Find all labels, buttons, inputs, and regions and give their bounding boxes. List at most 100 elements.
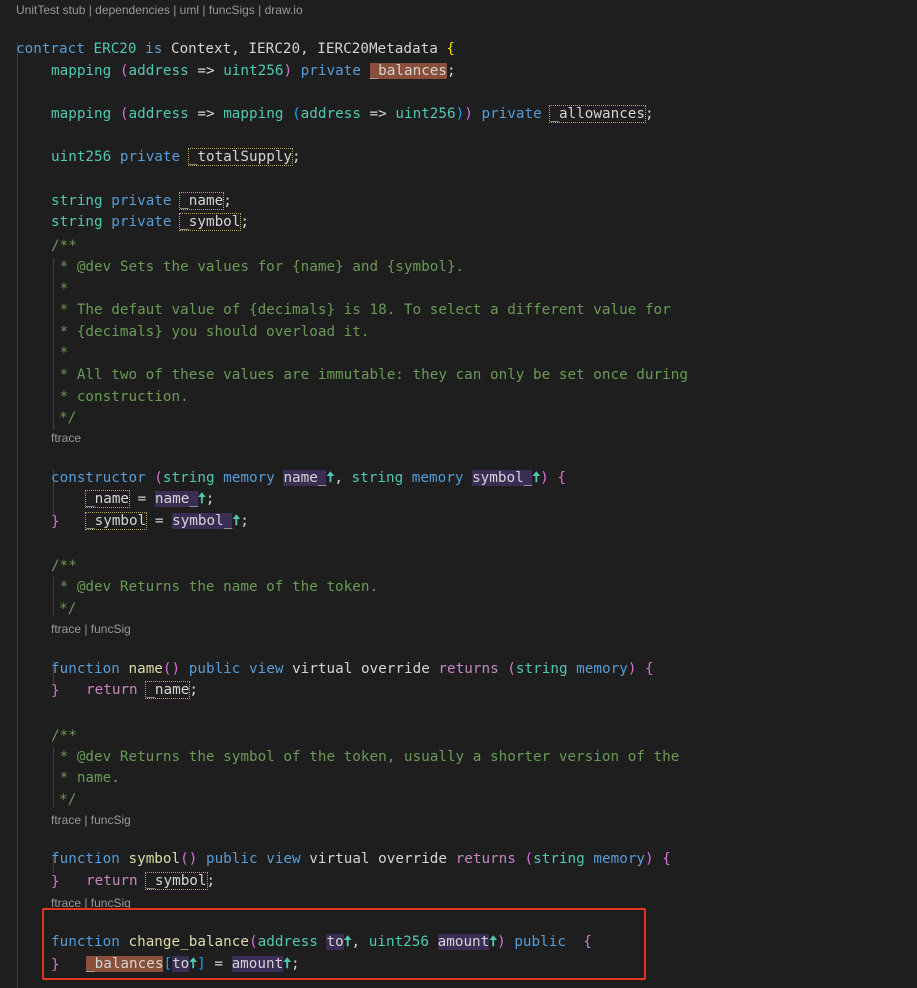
type: mapping [223, 106, 284, 122]
comment-line: * name. [51, 770, 120, 786]
keyword: returns [438, 661, 499, 677]
variable-symbol[interactable]: _symbol [179, 213, 242, 231]
type: address [128, 63, 189, 79]
type: uint256 [368, 934, 430, 950]
keyword: view [249, 661, 284, 677]
keyword: memory [593, 851, 646, 867]
up-arrow-icon: 🠅 [283, 956, 292, 972]
paren: ( [292, 106, 301, 122]
bracket: [ [163, 956, 173, 972]
code-line-symbol: string private _symbol; [51, 192, 249, 232]
semicolon: ; [240, 214, 250, 230]
variable-symbol[interactable]: _symbol [145, 872, 208, 890]
variable-balances[interactable]: _balances [86, 956, 164, 972]
code-line-return-name: return _name; [86, 681, 198, 699]
brace: { [557, 470, 566, 486]
param-symbol[interactable]: symbol_ [472, 470, 533, 486]
keyword: return [86, 873, 138, 889]
comment-line: * @dev Sets the values for {name} and {s… [51, 259, 465, 275]
keyword: return [86, 682, 138, 698]
variable-balances[interactable]: _balances [369, 63, 448, 79]
paren: ) [627, 661, 637, 677]
type: address [300, 106, 361, 122]
up-arrow-icon: 🠅 [343, 934, 352, 950]
up-arrow-icon: 🠅 [532, 470, 541, 486]
codelens-constructor[interactable]: ftrace [51, 431, 81, 445]
param-name[interactable]: name_ [283, 470, 327, 486]
comment-line: * construction. [51, 389, 189, 405]
keyword: memory [223, 470, 275, 486]
param-to[interactable]: to [326, 934, 344, 950]
keyword: private [111, 214, 172, 230]
keyword: memory [576, 661, 628, 677]
closing-brace: } [51, 957, 60, 973]
keyword: override [378, 851, 448, 867]
paren: ) [540, 470, 549, 486]
type: string [51, 214, 103, 230]
param-amount[interactable]: amount [437, 934, 490, 950]
type: string [515, 661, 568, 677]
comment-line: /** [51, 238, 77, 254]
comment-line: */ [59, 410, 77, 426]
type: mapping [51, 106, 112, 122]
keyword: returns [455, 851, 516, 867]
code-line-total-supply: uint256 private _totalSupply; [51, 127, 301, 167]
keyword: override [360, 661, 430, 677]
comment-line: /** [51, 728, 77, 744]
variable-symbol[interactable]: _symbol [84, 512, 148, 530]
keyword: private [119, 149, 181, 165]
paren: ) [645, 851, 654, 867]
comment-line: * {decimals} you should overload it. [51, 324, 370, 340]
comment-line: * All two of these values are immutable:… [51, 367, 688, 383]
semicolon: ; [645, 106, 654, 122]
up-arrow-icon: 🠅 [232, 513, 241, 529]
up-arrow-icon: 🠅 [189, 956, 198, 972]
arrow: => [369, 106, 387, 122]
type: string [533, 851, 585, 867]
closing-brace: } [51, 683, 60, 699]
closing-brace: } [51, 874, 60, 890]
variable-name[interactable]: _name [145, 681, 191, 699]
keyword: memory [411, 470, 464, 486]
param-to[interactable]: to [172, 956, 190, 972]
codelens-symbol-fn[interactable]: ftrace | funcSig [51, 813, 131, 827]
brace: { [662, 851, 671, 867]
comment-line: */ [59, 792, 77, 808]
paren: ) [464, 106, 473, 122]
semicolon: ; [292, 149, 301, 165]
type: string [351, 470, 404, 486]
paren: ) [283, 63, 293, 79]
comment-line: * @dev Returns the name of the token. [51, 579, 379, 595]
keyword: private [300, 63, 361, 79]
keyword: private [481, 106, 542, 122]
keyword: view [266, 851, 301, 867]
arrow: => [197, 63, 215, 79]
bracket: ] [197, 956, 206, 972]
keyword: public [514, 934, 566, 950]
codelens-top[interactable]: UnitTest stub | dependencies | uml | fun… [16, 3, 303, 17]
type: mapping [51, 63, 112, 79]
comment-line: /** [51, 558, 77, 574]
brace: { [583, 934, 592, 950]
arrow: => [197, 106, 215, 122]
comment-line: * @dev Returns the symbol of the token, … [51, 749, 680, 765]
variable-allowances[interactable]: _allowances [549, 105, 647, 123]
up-arrow-icon: 🠅 [489, 934, 498, 950]
param-amount[interactable]: amount [231, 956, 284, 972]
code-line-assign-balance: _balances[to🠅] = amount🠅; [86, 956, 300, 972]
comment-line: */ [59, 601, 77, 617]
code-line-balances: mapping (address => uint256) private _ba… [51, 41, 456, 81]
param-symbol[interactable]: symbol_ [172, 513, 233, 529]
type: address [128, 106, 189, 122]
keyword: virtual [309, 851, 370, 867]
code-line-assign-symbol: _symbol = symbol_🠅; [84, 512, 249, 530]
comment-line: * The defaut value of {decimals} is 18. … [51, 302, 671, 318]
paren: ( [507, 661, 516, 677]
paren: ) [455, 106, 465, 122]
codelens-name-fn[interactable]: ftrace | funcSig [51, 622, 131, 636]
closing-brace: } [51, 514, 60, 530]
paren: ( [524, 851, 534, 867]
variable-total-supply[interactable]: _totalSupply [187, 148, 294, 166]
keyword: virtual [292, 661, 353, 677]
type: uint256 [395, 106, 456, 122]
